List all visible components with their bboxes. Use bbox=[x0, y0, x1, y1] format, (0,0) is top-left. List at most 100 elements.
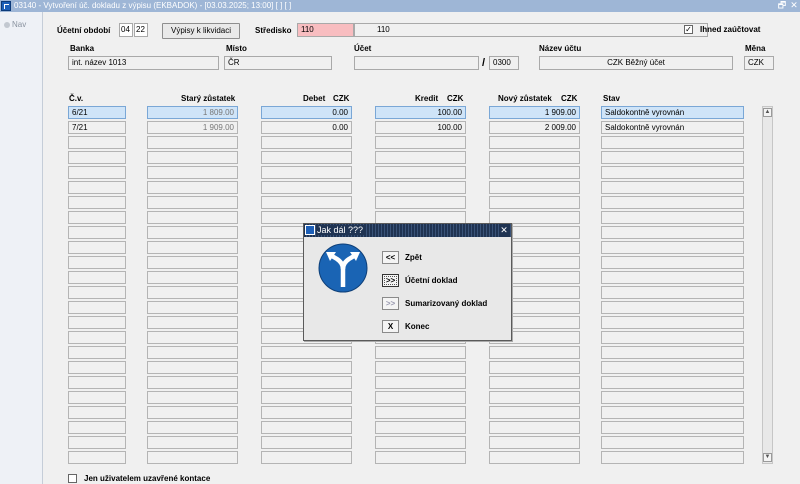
empty-cell[interactable] bbox=[147, 256, 238, 269]
empty-cell[interactable] bbox=[601, 166, 744, 179]
empty-cell[interactable] bbox=[261, 376, 352, 389]
empty-cell[interactable] bbox=[489, 151, 580, 164]
empty-cell[interactable] bbox=[147, 211, 238, 224]
empty-cell[interactable] bbox=[601, 271, 744, 284]
empty-cell[interactable] bbox=[601, 241, 744, 254]
empty-cell[interactable] bbox=[147, 166, 238, 179]
sumarizovany-doklad-button[interactable]: >> bbox=[382, 297, 399, 310]
empty-cell[interactable] bbox=[68, 181, 126, 194]
cell-stary[interactable]: 1 809.00 bbox=[147, 106, 238, 119]
scroll-up-icon[interactable]: ▲ bbox=[763, 108, 772, 117]
empty-cell[interactable] bbox=[147, 331, 238, 344]
jen-uzivatelem-checkbox[interactable] bbox=[68, 474, 77, 483]
obdobi-month-input[interactable]: 04 bbox=[119, 23, 133, 37]
empty-cell[interactable] bbox=[147, 286, 238, 299]
empty-cell[interactable] bbox=[68, 361, 126, 374]
empty-cell[interactable] bbox=[601, 196, 744, 209]
empty-cell[interactable] bbox=[489, 196, 580, 209]
empty-cell[interactable] bbox=[68, 301, 126, 314]
empty-cell[interactable] bbox=[261, 136, 352, 149]
empty-cell[interactable] bbox=[601, 451, 744, 464]
empty-cell[interactable] bbox=[601, 316, 744, 329]
cell-kredit[interactable]: 100.00 bbox=[375, 106, 466, 119]
empty-cell[interactable] bbox=[375, 346, 466, 359]
empty-cell[interactable] bbox=[147, 136, 238, 149]
empty-cell[interactable] bbox=[489, 181, 580, 194]
empty-cell[interactable] bbox=[375, 151, 466, 164]
empty-cell[interactable] bbox=[375, 181, 466, 194]
empty-cell[interactable] bbox=[68, 166, 126, 179]
empty-cell[interactable] bbox=[489, 451, 580, 464]
empty-cell[interactable] bbox=[68, 451, 126, 464]
konec-button[interactable]: X bbox=[382, 320, 399, 333]
empty-cell[interactable] bbox=[68, 406, 126, 419]
empty-cell[interactable] bbox=[601, 331, 744, 344]
obdobi-year-input[interactable]: 22 bbox=[134, 23, 148, 37]
empty-cell[interactable] bbox=[261, 196, 352, 209]
empty-cell[interactable] bbox=[147, 451, 238, 464]
empty-cell[interactable] bbox=[601, 346, 744, 359]
table-scrollbar[interactable]: ▲ ▼ bbox=[762, 106, 773, 464]
restore-window-icon[interactable]: 🗗 bbox=[777, 0, 787, 11]
empty-cell[interactable] bbox=[147, 361, 238, 374]
empty-cell[interactable] bbox=[489, 361, 580, 374]
empty-cell[interactable] bbox=[375, 166, 466, 179]
empty-cell[interactable] bbox=[375, 196, 466, 209]
empty-cell[interactable] bbox=[601, 406, 744, 419]
empty-cell[interactable] bbox=[489, 166, 580, 179]
empty-cell[interactable] bbox=[601, 136, 744, 149]
empty-cell[interactable] bbox=[68, 256, 126, 269]
empty-cell[interactable] bbox=[261, 166, 352, 179]
empty-cell[interactable] bbox=[489, 136, 580, 149]
empty-cell[interactable] bbox=[601, 301, 744, 314]
empty-cell[interactable] bbox=[147, 181, 238, 194]
ihned-zauctovat-checkbox[interactable]: ✓ bbox=[684, 25, 693, 34]
empty-cell[interactable] bbox=[375, 436, 466, 449]
empty-cell[interactable] bbox=[489, 436, 580, 449]
empty-cell[interactable] bbox=[147, 301, 238, 314]
cell-stav[interactable]: Saldokontně vyrovnán bbox=[601, 106, 744, 119]
cell-novy[interactable]: 1 909.00 bbox=[489, 106, 580, 119]
empty-cell[interactable] bbox=[601, 181, 744, 194]
empty-cell[interactable] bbox=[261, 391, 352, 404]
empty-cell[interactable] bbox=[601, 421, 744, 434]
empty-cell[interactable] bbox=[375, 136, 466, 149]
cell-kredit[interactable]: 100.00 bbox=[375, 121, 466, 134]
empty-cell[interactable] bbox=[147, 346, 238, 359]
close-window-icon[interactable]: ✕ bbox=[789, 0, 799, 11]
empty-cell[interactable] bbox=[68, 226, 126, 239]
empty-cell[interactable] bbox=[147, 406, 238, 419]
empty-cell[interactable] bbox=[489, 406, 580, 419]
cell-stary[interactable]: 1 909.00 bbox=[147, 121, 238, 134]
empty-cell[interactable] bbox=[147, 226, 238, 239]
empty-cell[interactable] bbox=[68, 346, 126, 359]
empty-cell[interactable] bbox=[68, 391, 126, 404]
empty-cell[interactable] bbox=[147, 391, 238, 404]
ucetni-doklad-button[interactable]: >> bbox=[382, 274, 399, 287]
empty-cell[interactable] bbox=[261, 181, 352, 194]
empty-cell[interactable] bbox=[147, 151, 238, 164]
zpet-button[interactable]: << bbox=[382, 251, 399, 264]
empty-cell[interactable] bbox=[375, 421, 466, 434]
cell-debet[interactable]: 0.00 bbox=[261, 121, 352, 134]
empty-cell[interactable] bbox=[261, 421, 352, 434]
empty-cell[interactable] bbox=[261, 436, 352, 449]
cell-cv[interactable]: 7/21 bbox=[68, 121, 126, 134]
scroll-down-icon[interactable]: ▼ bbox=[763, 453, 772, 462]
empty-cell[interactable] bbox=[375, 361, 466, 374]
cell-novy[interactable]: 2 009.00 bbox=[489, 121, 580, 134]
empty-cell[interactable] bbox=[68, 211, 126, 224]
cell-stav[interactable]: Saldokontně vyrovnán bbox=[601, 121, 744, 134]
empty-cell[interactable] bbox=[261, 346, 352, 359]
empty-cell[interactable] bbox=[68, 241, 126, 254]
empty-cell[interactable] bbox=[147, 196, 238, 209]
empty-cell[interactable] bbox=[375, 406, 466, 419]
cell-cv[interactable]: 6/21 bbox=[68, 106, 126, 119]
empty-cell[interactable] bbox=[489, 421, 580, 434]
empty-cell[interactable] bbox=[147, 271, 238, 284]
empty-cell[interactable] bbox=[68, 331, 126, 344]
empty-cell[interactable] bbox=[147, 316, 238, 329]
cell-debet[interactable]: 0.00 bbox=[261, 106, 352, 119]
empty-cell[interactable] bbox=[68, 421, 126, 434]
empty-cell[interactable] bbox=[601, 361, 744, 374]
